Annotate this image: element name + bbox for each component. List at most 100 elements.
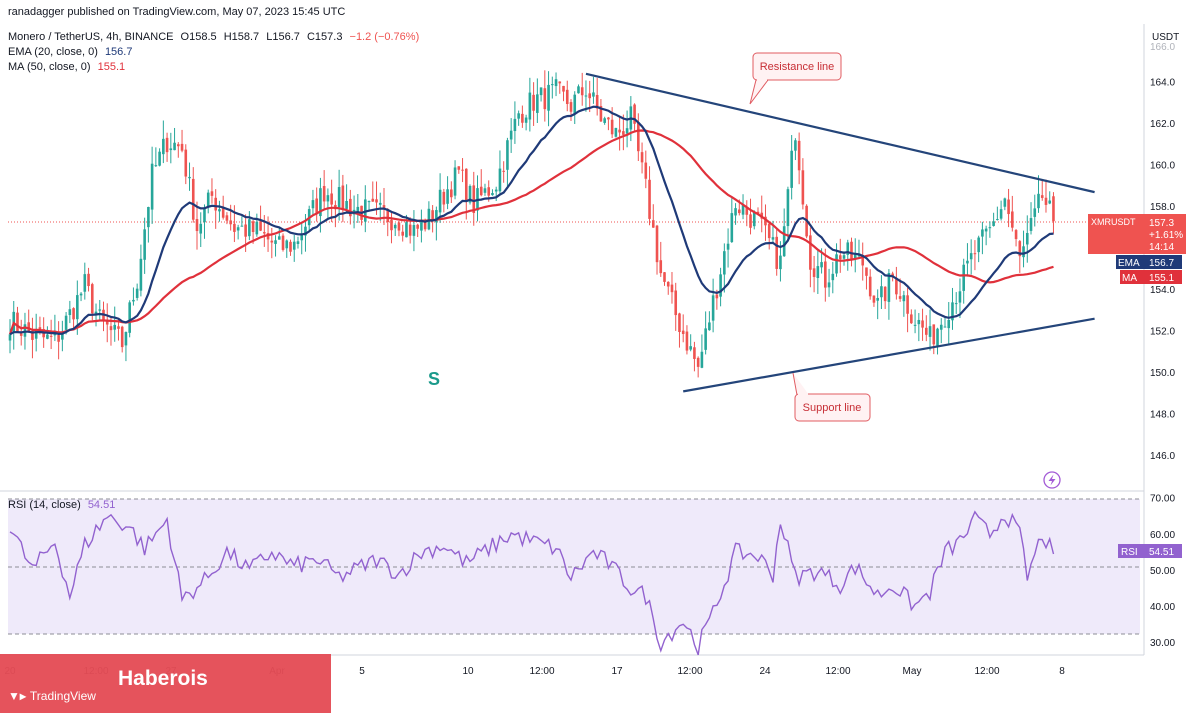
candle-body bbox=[906, 295, 909, 314]
candle-body bbox=[988, 227, 992, 229]
candle-body bbox=[345, 201, 348, 209]
candle-body bbox=[752, 212, 756, 227]
candle-body bbox=[592, 92, 595, 97]
candle-body bbox=[16, 312, 19, 332]
published-line: ranadagger published on TradingView.com,… bbox=[8, 6, 346, 18]
candle-body bbox=[925, 327, 928, 335]
time-axis-label: 12:00 bbox=[529, 666, 554, 677]
rsi-legend-value: 54.51 bbox=[87, 499, 116, 511]
resistance-callout[interactable]: Resistance line bbox=[749, 52, 842, 105]
candle-body bbox=[1040, 195, 1044, 198]
candle-body bbox=[704, 328, 707, 350]
candle-body bbox=[1003, 198, 1007, 207]
candle-body bbox=[801, 170, 805, 205]
candle-body bbox=[487, 187, 491, 196]
candle-body bbox=[865, 267, 868, 276]
candle-body bbox=[902, 295, 906, 302]
candle-body bbox=[19, 333, 23, 336]
candle-body bbox=[214, 197, 217, 211]
candle-body bbox=[726, 243, 730, 250]
candle-body bbox=[259, 221, 262, 231]
candle-body bbox=[109, 326, 113, 331]
candle-body bbox=[195, 219, 199, 232]
support-callout-pointer bbox=[792, 372, 809, 396]
candle-body bbox=[625, 128, 629, 134]
candle-body bbox=[883, 286, 887, 302]
candle-body bbox=[90, 284, 94, 314]
ema-legend[interactable]: EMA (20, close, 0) 156.7 bbox=[8, 46, 132, 58]
candle-body bbox=[509, 130, 513, 140]
time-axis-label: 24 bbox=[759, 666, 771, 677]
lightning-icon[interactable] bbox=[1043, 471, 1061, 489]
candle-body bbox=[483, 188, 487, 193]
ma-legend-value: 155.1 bbox=[97, 61, 126, 73]
symbol-legend[interactable]: Monero / TetherUS, 4h, BINANCE O158.5 H1… bbox=[8, 31, 419, 43]
candle-body bbox=[72, 308, 75, 320]
candle-body bbox=[300, 235, 304, 241]
candle-body bbox=[981, 229, 984, 237]
candle-body bbox=[648, 179, 651, 219]
candle-body bbox=[23, 324, 27, 337]
rsi-axis-tick: 40.00 bbox=[1150, 602, 1175, 613]
rsi-value-tag: RSI 54.51 bbox=[1118, 544, 1182, 558]
ma-legend-label: MA (50, close, 0) bbox=[8, 61, 91, 73]
candle-body bbox=[248, 219, 251, 237]
ma-legend[interactable]: MA (50, close, 0) 155.1 bbox=[8, 61, 125, 73]
candle-body bbox=[367, 201, 371, 203]
candle-body bbox=[584, 95, 588, 97]
price-axis-tick: 152.0 bbox=[1150, 327, 1175, 338]
candle-body bbox=[610, 119, 614, 135]
candle-body bbox=[311, 200, 315, 209]
ma-50-line bbox=[8, 129, 1054, 335]
candle-body bbox=[674, 290, 678, 316]
rsi-axis-tick: 50.00 bbox=[1150, 566, 1175, 577]
rsi-legend-label: RSI (14, close) bbox=[8, 499, 81, 511]
candle-body bbox=[659, 260, 663, 274]
candle-body bbox=[614, 127, 618, 137]
last-price-value: 157.3 bbox=[1149, 218, 1174, 229]
candle-body bbox=[169, 148, 173, 151]
chart-canvas[interactable]: Resistance line Support line S USDT 166.… bbox=[0, 0, 1200, 713]
candle-body bbox=[244, 224, 247, 237]
candle-body bbox=[943, 326, 947, 328]
ohlc-low: L156.7 bbox=[266, 31, 300, 43]
candle-body bbox=[188, 176, 191, 179]
candle-body bbox=[622, 131, 625, 135]
candle-body bbox=[969, 253, 973, 260]
candle-body bbox=[779, 255, 782, 270]
candle-body bbox=[506, 140, 509, 170]
candle-body bbox=[356, 206, 360, 212]
candle-body bbox=[562, 85, 565, 92]
candle-body bbox=[1022, 246, 1025, 258]
candle-body bbox=[947, 319, 951, 329]
candle-body bbox=[165, 137, 169, 153]
candle-body bbox=[225, 215, 229, 221]
candle-body bbox=[809, 235, 812, 270]
resistance-callout-pointer bbox=[749, 79, 769, 105]
candle-body bbox=[812, 268, 816, 277]
candle-body bbox=[910, 314, 913, 324]
candle-body bbox=[502, 170, 505, 172]
candle-body bbox=[872, 295, 876, 303]
candle-body bbox=[603, 118, 606, 123]
candle-body bbox=[408, 224, 412, 236]
time-axis-label: 12:00 bbox=[677, 666, 702, 677]
candle-body bbox=[992, 221, 995, 226]
candle-body bbox=[285, 240, 289, 249]
candlestick-series bbox=[8, 70, 1055, 378]
candle-body bbox=[827, 282, 831, 288]
pattern-mark: S bbox=[428, 369, 440, 389]
rsi-legend[interactable]: RSI (14, close) 54.51 bbox=[8, 499, 115, 511]
candle-body bbox=[337, 187, 341, 208]
candle-body bbox=[790, 150, 793, 188]
support-callout[interactable]: Support line bbox=[792, 372, 871, 422]
candle-body bbox=[494, 189, 498, 192]
candle-body bbox=[229, 220, 232, 225]
candle-body bbox=[292, 241, 296, 250]
price-axis-tick: 146.0 bbox=[1150, 451, 1175, 462]
support-trendline[interactable] bbox=[683, 317, 1095, 393]
last-price-symbol: XMRUSDT bbox=[1091, 217, 1136, 227]
candle-body bbox=[734, 208, 737, 216]
candle-body bbox=[678, 313, 681, 333]
candle-body bbox=[954, 303, 958, 305]
